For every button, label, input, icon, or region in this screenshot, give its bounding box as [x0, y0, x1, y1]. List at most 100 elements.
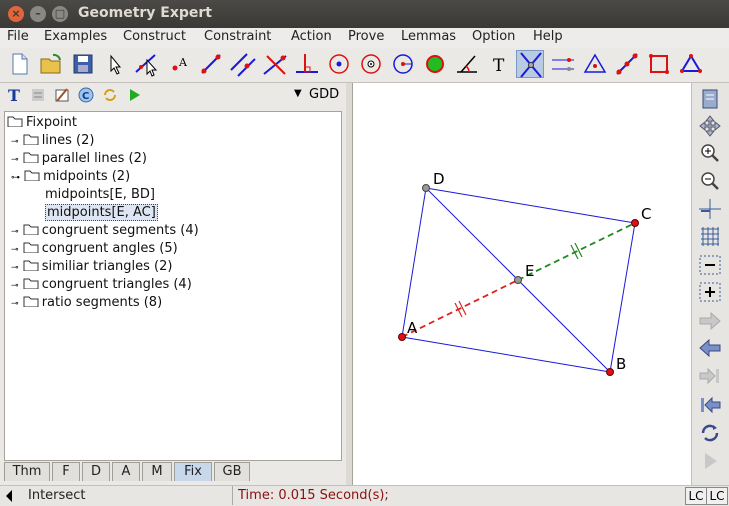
refresh-icon[interactable] [697, 421, 723, 445]
tree-leaf[interactable]: midpoints[E, BD] [45, 186, 155, 204]
tab-f[interactable]: F [52, 462, 80, 481]
circle-three-point-icon[interactable] [357, 50, 385, 78]
grid-icon[interactable] [697, 225, 723, 249]
label-a: A [407, 319, 418, 337]
tab-thm[interactable]: Thm [4, 462, 50, 481]
open-folder-icon[interactable] [37, 50, 65, 78]
drawing-canvas[interactable]: A B C D E [352, 83, 691, 485]
forward-arrow-icon[interactable] [697, 309, 723, 333]
perpendicular-cross-icon[interactable] [261, 50, 289, 78]
intersect-icon[interactable] [516, 50, 544, 78]
label-d: D [433, 170, 445, 188]
mirror-icon[interactable] [549, 50, 577, 78]
tree-leaf[interactable]: midpoints[E, AC] [45, 204, 158, 222]
step-back-icon[interactable] [697, 393, 723, 417]
point-e[interactable] [514, 276, 522, 284]
svg-text:T: T [493, 56, 505, 76]
menu-construct[interactable]: Construct [123, 29, 186, 44]
polygon-icon[interactable] [421, 50, 449, 78]
parallel-line-icon[interactable] [229, 50, 257, 78]
left-panel: T C ▼ GDD Fixpoint ⊸ lines (2) ⊸ paralle… [0, 83, 346, 485]
grid-minus-icon[interactable] [697, 253, 723, 277]
minimize-window-button[interactable]: – [30, 6, 46, 22]
maximize-window-button[interactable]: □ [52, 6, 68, 22]
menu-examples[interactable]: Examples [44, 29, 107, 44]
label-c: C [641, 205, 651, 223]
menu-action[interactable]: Action [291, 29, 332, 44]
geometry-figure: A B C D E [398, 170, 651, 376]
point-c[interactable] [631, 219, 639, 227]
angle-icon[interactable] [453, 50, 481, 78]
move-icon[interactable] [697, 114, 723, 138]
point-d[interactable] [422, 184, 430, 192]
svg-text:A: A [178, 56, 188, 69]
text-tool-icon[interactable]: T [485, 50, 513, 78]
square-icon[interactable] [645, 50, 673, 78]
tree-node[interactable]: ⊶ midpoints (2) [11, 168, 130, 186]
tab-m[interactable]: M [142, 462, 172, 481]
play-icon[interactable] [697, 449, 723, 473]
theorem-book-icon[interactable] [697, 87, 723, 111]
panel-tabs: Thm F D A M Fix GB [4, 462, 340, 482]
menu-prove[interactable]: Prove [348, 29, 384, 44]
tree-node[interactable]: ⊸ parallel lines (2) [11, 150, 147, 168]
status-lc-button-1[interactable]: LC [685, 487, 707, 505]
triangle-red-icon[interactable] [677, 50, 705, 78]
circle-center-icon[interactable] [325, 50, 353, 78]
edit-icon[interactable] [54, 87, 70, 103]
midpoint-icon[interactable] [613, 50, 641, 78]
tree-node[interactable]: ⊸ congruent segments (4) [11, 222, 199, 240]
mode-label[interactable]: GDD [309, 87, 339, 102]
perpendicular-foot-icon[interactable] [293, 50, 321, 78]
new-file-icon[interactable] [5, 50, 33, 78]
menu-bar: File Examples Construct Constraint Actio… [0, 28, 729, 49]
folder-icon [23, 278, 39, 289]
segment-ae [401, 279, 519, 338]
zoom-out-icon[interactable] [697, 169, 723, 193]
menu-constraint[interactable]: Constraint [204, 29, 271, 44]
tree-node[interactable]: ⊸ congruent triangles (4) [11, 276, 192, 294]
menu-help[interactable]: Help [533, 29, 563, 44]
zoom-in-icon[interactable] [697, 141, 723, 165]
close-window-button[interactable]: × [8, 6, 24, 22]
folder-open-icon [7, 116, 23, 127]
list-icon[interactable] [30, 87, 46, 103]
drag-pointer-icon[interactable] [133, 50, 161, 78]
main-toolbar: A T [0, 48, 729, 83]
select-pointer-icon[interactable] [101, 50, 129, 78]
tree-node[interactable]: ⊸ lines (2) [11, 132, 94, 150]
tab-d[interactable]: D [82, 462, 110, 481]
tree-node[interactable]: ⊸ similiar triangles (2) [11, 258, 172, 276]
back-arrow-icon[interactable] [697, 336, 723, 360]
crosshair-icon[interactable] [697, 197, 723, 221]
folder-open-icon [24, 170, 40, 181]
tab-gb[interactable]: GB [214, 462, 250, 481]
theorem-icon[interactable]: T [6, 87, 22, 103]
point-b[interactable] [606, 368, 614, 376]
refresh-proof-icon[interactable] [102, 87, 118, 103]
save-icon[interactable] [69, 50, 97, 78]
tree-node[interactable]: ⊸ ratio segments (8) [11, 294, 162, 312]
menu-option[interactable]: Option [472, 29, 515, 44]
svg-text:T: T [8, 87, 20, 103]
text-point-icon[interactable]: A [165, 50, 193, 78]
tree-node[interactable]: ⊸ congruent angles (5) [11, 240, 178, 258]
circle-c-icon[interactable]: C [78, 87, 94, 103]
step-forward-icon[interactable] [697, 364, 723, 388]
menu-lemmas[interactable]: Lemmas [401, 29, 456, 44]
point-a[interactable] [398, 333, 406, 341]
circle-radius-icon[interactable] [389, 50, 417, 78]
tab-a[interactable]: A [112, 462, 140, 481]
menu-file[interactable]: File [7, 29, 29, 44]
tab-fix[interactable]: Fix [174, 462, 212, 481]
tree-root[interactable]: Fixpoint [7, 114, 77, 132]
run-icon[interactable] [126, 87, 142, 103]
left-arrow-icon[interactable] [4, 489, 14, 503]
triangle-icon[interactable] [581, 50, 609, 78]
grid-plus-icon[interactable] [697, 280, 723, 304]
status-lc-button-2[interactable]: LC [706, 487, 728, 505]
status-bar: Intersect Time: 0.015 Second(s); LC LC [0, 485, 729, 506]
folder-icon [23, 296, 39, 307]
dropdown-arrow-icon[interactable]: ▼ [294, 88, 302, 99]
line-icon[interactable] [197, 50, 225, 78]
